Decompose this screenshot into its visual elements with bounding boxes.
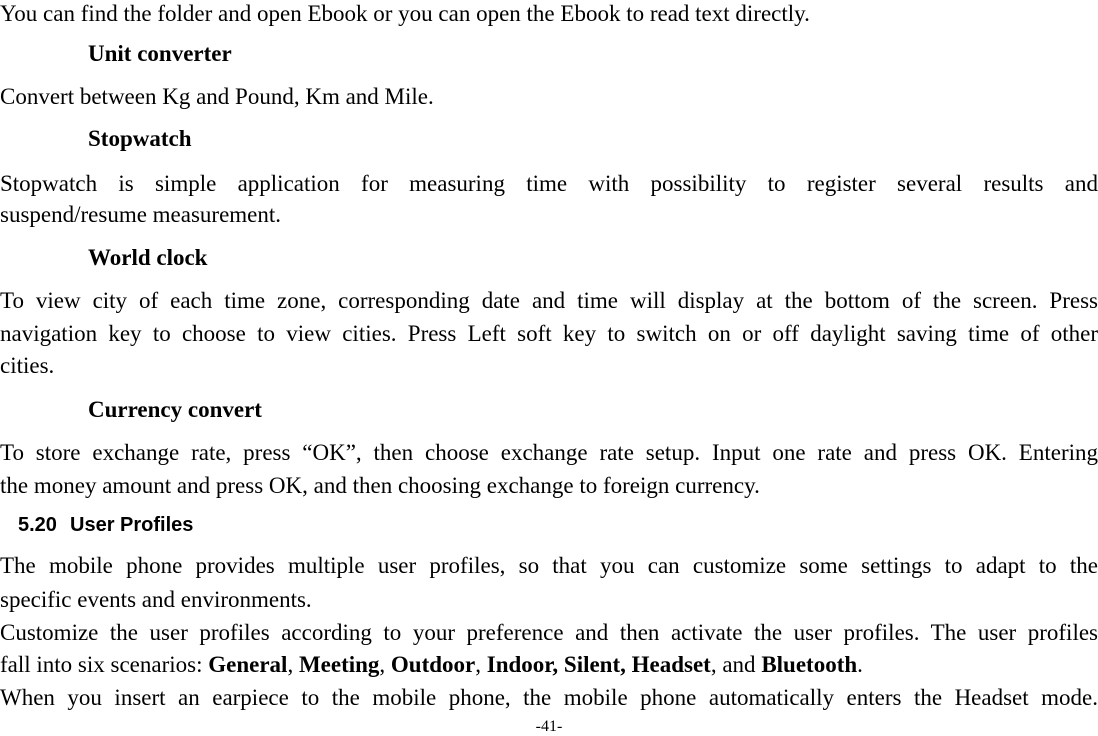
heading-stopwatch: Stopwatch (88, 126, 192, 151)
profiles-scenarios-line: fall into six scenarios: General, Meetin… (0, 651, 1098, 679)
currency-text-line-2: the money amount and press OK, and then … (0, 473, 760, 498)
scenario-outdoor: Outdoor (390, 652, 476, 677)
unit-converter-text: Convert between Kg and Pound, Km and Mil… (0, 84, 434, 109)
profiles-text-line-2: specific events and environments. (0, 587, 312, 612)
currency-text-line-1: To store exchange rate, press “OK”, then… (0, 440, 1098, 465)
scenario-bluetooth: Bluetooth (761, 652, 858, 677)
heading-currency-convert: Currency convert (88, 397, 262, 422)
scenario-general: General (208, 652, 288, 677)
scenarios-prefix: fall into six scenarios: (0, 652, 209, 677)
scenario-indoor-silent-headset: Indoor, Silent, Headset (486, 652, 711, 677)
heading-unit-converter: Unit converter (88, 41, 232, 66)
world-clock-text-line-2: navigation key to choose to view cities.… (0, 321, 1098, 346)
profiles-text-line-3: Customize the user profiles according to… (0, 620, 1098, 645)
stopwatch-text-line-2: suspend/resume measurement. (0, 202, 282, 227)
world-clock-text-line-3: cities. (0, 353, 55, 378)
separator: , and (710, 652, 762, 677)
intro-text: You can find the folder and open Ebook o… (0, 1, 810, 26)
profiles-headset-line: When you insert an earpiece to the mobil… (0, 685, 1098, 710)
stopwatch-text-line-1: Stopwatch is simple application for meas… (0, 171, 1098, 196)
heading-world-clock: World clock (88, 245, 208, 270)
section-heading-user-profiles: 5.20 User Profiles (18, 512, 193, 538)
page-number: -41- (535, 718, 563, 735)
profiles-text-line-1: The mobile phone provides multiple user … (0, 553, 1098, 578)
separator: , (287, 652, 299, 677)
scenario-meeting: Meeting (298, 652, 380, 677)
separator: , (475, 652, 487, 677)
separator: , (379, 652, 391, 677)
section-title: User Profiles (70, 514, 194, 536)
period: . (857, 652, 863, 677)
world-clock-text-line-1: To view city of each time zone, correspo… (0, 288, 1098, 313)
section-number: 5.20 (18, 514, 57, 536)
